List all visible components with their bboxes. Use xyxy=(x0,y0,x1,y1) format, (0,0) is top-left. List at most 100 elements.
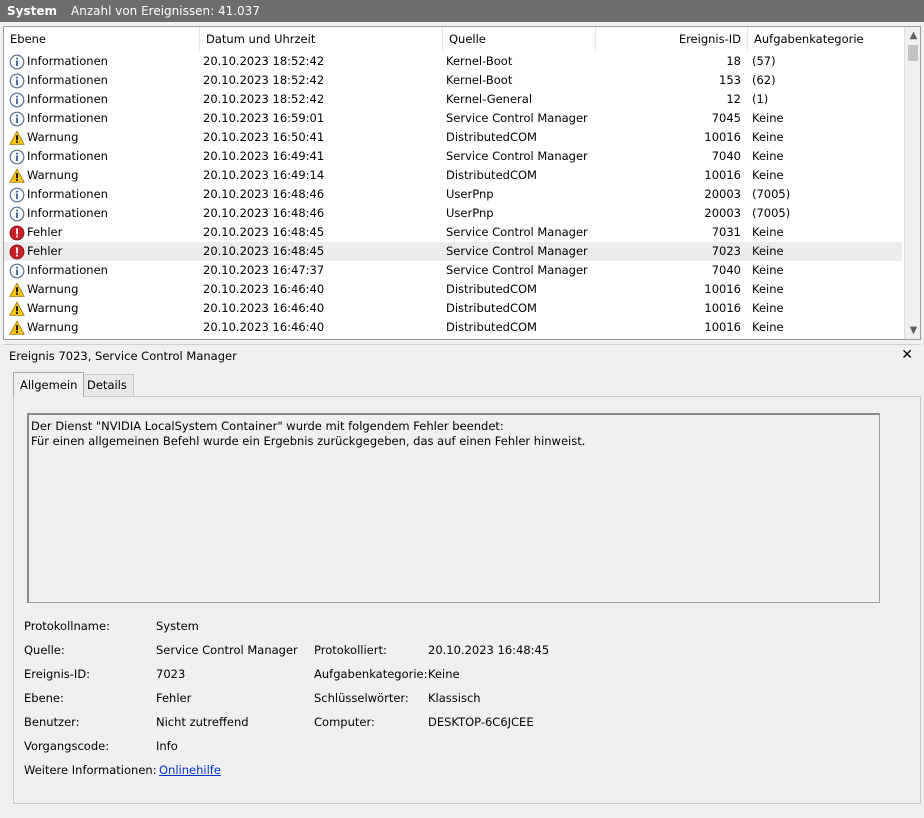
table-row[interactable]: Fehler 20.10.2023 16:48:45 Service Control… xyxy=(4,242,902,261)
info-icon xyxy=(9,206,25,222)
table-row[interactable]: Informationen 20.10.2023 18:52:42 Kernel-B… xyxy=(4,71,902,90)
row-event-id: 7045 xyxy=(711,111,741,125)
table-row[interactable]: Informationen 20.10.2023 16:49:41 Service … xyxy=(4,147,902,166)
source-label: Quelle: xyxy=(24,643,65,657)
row-level: Fehler xyxy=(9,223,199,242)
row-level: Fehler xyxy=(9,242,199,261)
row-event-id: 7040 xyxy=(711,263,741,277)
row-source: UserPnp xyxy=(446,187,494,201)
scroll-thumb[interactable] xyxy=(908,45,918,61)
error-icon xyxy=(9,225,25,241)
row-source: UserPnp xyxy=(446,206,494,220)
row-date: 20.10.2023 18:52:42 xyxy=(203,92,325,106)
log-name-label: Protokollname: xyxy=(24,619,110,633)
level-text: Informationen xyxy=(27,187,108,201)
log-name-value: System xyxy=(156,619,199,633)
scroll-down-icon[interactable]: ▼ xyxy=(905,322,920,339)
row-source: Kernel-General xyxy=(446,92,533,106)
column-date[interactable]: Datum und Uhrzeit xyxy=(200,27,443,52)
row-event-id: 7031 xyxy=(711,225,741,239)
row-event-id: 20003 xyxy=(704,206,741,220)
column-source[interactable]: Quelle xyxy=(443,27,596,52)
row-category: (7005) xyxy=(752,206,791,220)
row-category: Keine xyxy=(752,225,784,239)
table-row[interactable]: Informationen 20.10.2023 16:59:01 Service … xyxy=(4,109,902,128)
row-event-id: 7023 xyxy=(711,244,741,258)
list-scrollbar[interactable]: ▲ ▼ xyxy=(904,27,920,339)
table-row[interactable]: Informationen 20.10.2023 18:52:42 Kernel-B… xyxy=(4,52,902,71)
row-event-id: 10016 xyxy=(704,130,741,144)
level-text: Warnung xyxy=(27,282,79,296)
row-category: Keine xyxy=(752,111,784,125)
row-date: 20.10.2023 16:48:46 xyxy=(203,206,325,220)
keywords-label: Schlüsselwörter: xyxy=(314,691,409,705)
row-level: Warnung xyxy=(9,299,199,318)
row-source: Service Control Manager xyxy=(446,263,588,277)
row-level: Informationen xyxy=(9,204,199,223)
error-icon xyxy=(9,244,25,260)
row-source: Service Control Manager xyxy=(446,149,588,163)
table-row[interactable]: Warnung 20.10.2023 16:50:41 DistributedCOM… xyxy=(4,128,902,147)
column-task-category[interactable]: Aufgabenkategorie xyxy=(748,27,904,52)
table-row[interactable]: Informationen 20.10.2023 16:48:46 UserPnp 2… xyxy=(4,204,902,223)
event-message[interactable]: Der Dienst "NVIDIA LocalSystem Container… xyxy=(27,413,880,603)
row-level: Informationen xyxy=(9,147,199,166)
row-category: Keine xyxy=(752,149,784,163)
row-category: Keine xyxy=(752,301,784,315)
row-level: Warnung xyxy=(9,280,199,299)
row-date: 20.10.2023 16:49:41 xyxy=(203,149,325,163)
table-row[interactable]: Fehler 20.10.2023 16:48:45 Service Control… xyxy=(4,223,902,242)
info-icon xyxy=(9,111,25,127)
info-icon xyxy=(9,54,25,70)
info-icon xyxy=(9,263,25,279)
table-row[interactable]: Informationen 20.10.2023 16:47:37 Service … xyxy=(4,261,902,280)
table-row[interactable]: Warnung 20.10.2023 16:46:40 DistributedCOM… xyxy=(4,318,902,337)
detail-header: Ereignis 7023, Service Control Manager ✕ xyxy=(3,344,921,366)
row-category: (7005) xyxy=(752,187,791,201)
row-date: 20.10.2023 16:48:46 xyxy=(203,187,325,201)
row-level: Informationen xyxy=(9,109,199,128)
computer-label: Computer: xyxy=(314,715,375,729)
warning-icon xyxy=(9,167,25,184)
table-row[interactable]: Warnung 20.10.2023 16:46:40 DistributedCOM… xyxy=(4,299,902,318)
event-list[interactable]: Ebene Datum und Uhrzeit Quelle Ereignis-… xyxy=(3,26,921,340)
row-date: 20.10.2023 16:50:41 xyxy=(203,130,325,144)
column-event-id[interactable]: Ereignis-ID xyxy=(596,27,748,52)
online-help-link[interactable]: Onlinehilfe xyxy=(159,763,221,777)
row-category: Keine xyxy=(752,263,784,277)
row-date: 20.10.2023 16:49:14 xyxy=(203,168,325,182)
row-level: Warnung xyxy=(9,318,199,337)
close-icon[interactable]: ✕ xyxy=(901,347,913,363)
more-info-label: Weitere Informationen: xyxy=(24,763,157,777)
row-event-id: 7040 xyxy=(711,149,741,163)
row-event-id: 20003 xyxy=(704,187,741,201)
scroll-up-icon[interactable]: ▲ xyxy=(905,27,920,44)
tab-details[interactable]: Details xyxy=(80,374,134,396)
table-row[interactable]: Warnung 20.10.2023 16:49:14 DistributedCOM… xyxy=(4,166,902,185)
row-category: Keine xyxy=(752,320,784,334)
table-row[interactable]: Informationen 20.10.2023 16:48:46 UserPnp 2… xyxy=(4,185,902,204)
row-source: Kernel-Boot xyxy=(446,54,513,68)
logged-label: Protokolliert: xyxy=(314,643,387,657)
row-level: Informationen xyxy=(9,261,199,280)
row-level: Informationen xyxy=(9,71,199,90)
table-row[interactable]: Warnung 20.10.2023 16:46:40 DistributedCOM… xyxy=(4,280,902,299)
info-icon xyxy=(9,73,25,89)
row-level: Informationen xyxy=(9,52,199,71)
row-date: 20.10.2023 16:46:40 xyxy=(203,282,325,296)
column-level[interactable]: Ebene xyxy=(4,27,200,52)
warning-icon xyxy=(9,281,25,298)
row-category: (1) xyxy=(752,92,769,106)
level-text: Informationen xyxy=(27,54,108,68)
table-row[interactable]: Informationen 20.10.2023 18:52:42 Kernel-G… xyxy=(4,90,902,109)
row-level: Warnung xyxy=(9,166,199,185)
info-icon xyxy=(9,187,25,203)
event-id-value: 7023 xyxy=(156,667,186,681)
level-text: Informationen xyxy=(27,206,108,220)
row-event-id: 10016 xyxy=(704,168,741,182)
level-text: Warnung xyxy=(27,320,79,334)
level-text: Informationen xyxy=(27,263,108,277)
column-header: Ebene Datum und Uhrzeit Quelle Ereignis-… xyxy=(4,27,904,52)
tab-general[interactable]: Allgemein xyxy=(13,372,85,397)
info-icon xyxy=(9,149,25,165)
